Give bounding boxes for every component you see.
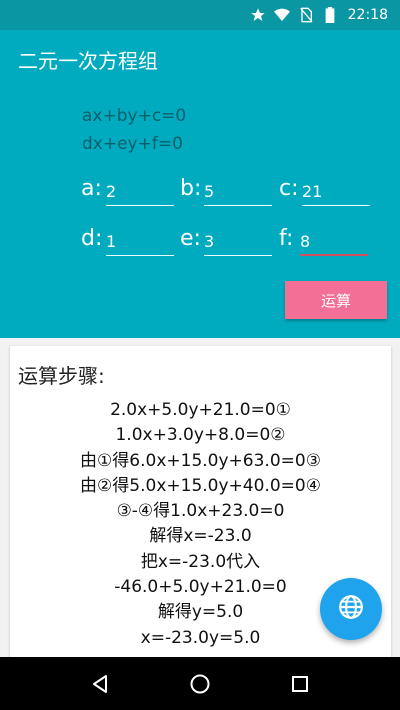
label-f: f: (279, 226, 294, 251)
step-line: 解得x=-23.0 (149, 526, 252, 547)
navigation-bar (0, 657, 400, 710)
app-bar: 二元一次方程组 (0, 30, 400, 88)
input-d[interactable] (106, 228, 174, 256)
globe-fab-button[interactable] (320, 578, 382, 640)
wifi-icon (273, 7, 290, 23)
input-a[interactable] (106, 178, 174, 206)
step-line: ③-④得1.0x+23.0=0 (116, 501, 285, 522)
steps-title: 运算步骤: (18, 364, 105, 388)
battery-icon (322, 7, 338, 23)
no-sim-icon (298, 7, 314, 23)
step-line: 把x=-23.0代入 (140, 551, 261, 572)
label-a: a: (81, 176, 102, 201)
input-e[interactable] (204, 228, 272, 256)
label-d: d: (81, 226, 103, 251)
step-line: 由①得6.0x+15.0y+63.0=0③ (80, 450, 321, 471)
step-line: 1.0x+3.0y+8.0=0② (115, 425, 286, 446)
step-line: 由②得5.0x+15.0y+40.0=0④ (80, 475, 321, 496)
input-b[interactable] (204, 178, 272, 206)
clock: 22:18 (347, 7, 388, 23)
equation-line-1: ax+by+c=0 (82, 106, 187, 126)
back-icon[interactable] (80, 664, 120, 704)
label-b: b: (180, 176, 202, 201)
input-f[interactable] (300, 228, 368, 256)
page-title: 二元一次方程组 (18, 48, 158, 73)
star-icon (250, 7, 266, 23)
recents-icon[interactable] (280, 664, 320, 704)
input-c[interactable] (302, 178, 370, 206)
label-c: c: (279, 176, 299, 201)
globe-icon (338, 594, 364, 624)
label-e: e: (180, 226, 201, 251)
home-icon[interactable] (180, 664, 220, 704)
step-line: 2.0x+5.0y+21.0=0① (110, 400, 291, 420)
equation-line-2: dx+ey+f=0 (82, 134, 183, 154)
status-bar: 22:18 (0, 0, 400, 30)
calculate-button[interactable]: 运算 (285, 281, 387, 319)
equation-panel: ax+by+c=0 dx+ey+f=0 a: b: c: d: e: f: 运算 (0, 88, 400, 338)
